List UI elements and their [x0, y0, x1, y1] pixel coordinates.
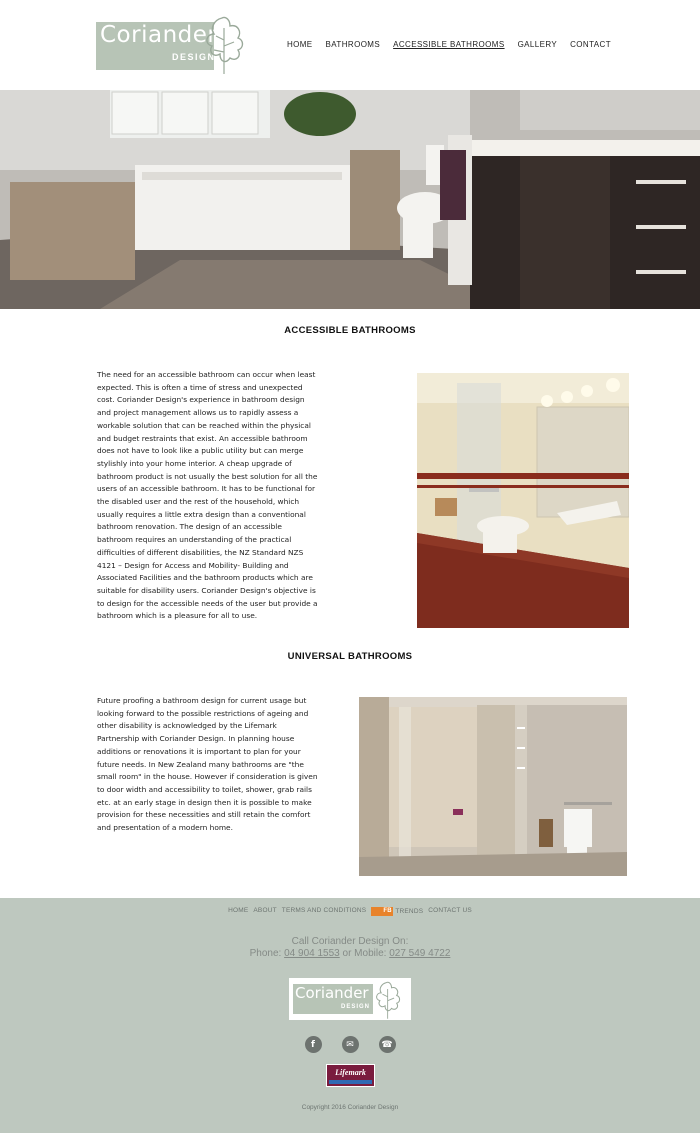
nav-home[interactable]: HOME [287, 40, 313, 49]
nav-accessible-bathrooms[interactable]: ACCESSIBLE BATHROOMS [393, 40, 504, 49]
footer-nav-trends-label: TRENDS [395, 908, 424, 916]
lifemark-badge-text: Lifemark [335, 1068, 366, 1077]
nav-contact[interactable]: CONTACT [570, 40, 611, 49]
site-footer: HOME ABOUT TERMS AND CONDITIONS FB TRENDS… [0, 898, 700, 1133]
contact-numbers: Phone: 04 904 1553 or Mobile: 027 549 47… [0, 948, 700, 959]
facebook-icon[interactable]: f [304, 1036, 322, 1053]
copyright-text: Copyright 2016 Coriander Design [301, 1104, 399, 1111]
social-links: f ✉ ☎ [0, 1036, 700, 1053]
universal-title: UNIVERSAL BATHROOMS [287, 651, 413, 662]
site-header: Coriander DESIGN HOME BATHROOMS ACCESSIB… [0, 0, 700, 90]
footer-logo[interactable]: Coriander DESIGN [289, 978, 411, 1020]
call-heading: Call Coriander Design On: [291, 936, 409, 947]
main-nav: HOME BATHROOMS ACCESSIBLE BATHROOMS GALL… [287, 40, 611, 49]
rss-feed-label: FB [383, 908, 392, 914]
footer-nav-about[interactable]: ABOUT [253, 907, 276, 916]
lifemark-badge-bar [329, 1080, 372, 1084]
mobile-link[interactable]: 027 549 4722 [389, 948, 450, 959]
footer-nav-trends[interactable]: FB TRENDS [371, 907, 423, 916]
coriander-leaf-icon [206, 16, 244, 74]
footer-nav-terms[interactable]: TERMS AND CONDITIONS [282, 907, 367, 916]
footer-logo-text: Coriander [295, 984, 369, 1002]
footer-nav-home[interactable]: HOME [228, 907, 248, 916]
phone-icon[interactable]: ☎ [378, 1036, 396, 1053]
nav-gallery[interactable]: GALLERY [518, 40, 558, 49]
email-icon[interactable]: ✉ [341, 1036, 359, 1053]
accessible-title: ACCESSIBLE BATHROOMS [284, 325, 416, 336]
accessible-bathroom-photo [417, 373, 629, 628]
lifemark-badge[interactable]: Lifemark [326, 1064, 375, 1087]
phone-label: Phone: [249, 948, 282, 959]
universal-bathroom-photo [359, 697, 627, 876]
accessible-text: The need for an accessible bathroom can … [97, 370, 318, 621]
footer-nav-contact[interactable]: CONTACT US [428, 907, 472, 916]
hero-bathroom-image [0, 90, 700, 309]
coriander-leaf-icon [376, 981, 401, 1019]
rss-feed-icon[interactable]: FB [371, 907, 394, 916]
nav-bathrooms[interactable]: BATHROOMS [326, 40, 381, 49]
site-logo[interactable]: Coriander DESIGN [96, 14, 246, 76]
phone-link[interactable]: 04 904 1553 [284, 948, 340, 959]
universal-text: Future proofing a bathroom design for cu… [97, 696, 318, 833]
footer-nav: HOME ABOUT TERMS AND CONDITIONS FB TRENDS… [0, 907, 700, 916]
mobile-label: or Mobile: [342, 948, 387, 959]
footer-logo-subtext: DESIGN [341, 1004, 371, 1010]
